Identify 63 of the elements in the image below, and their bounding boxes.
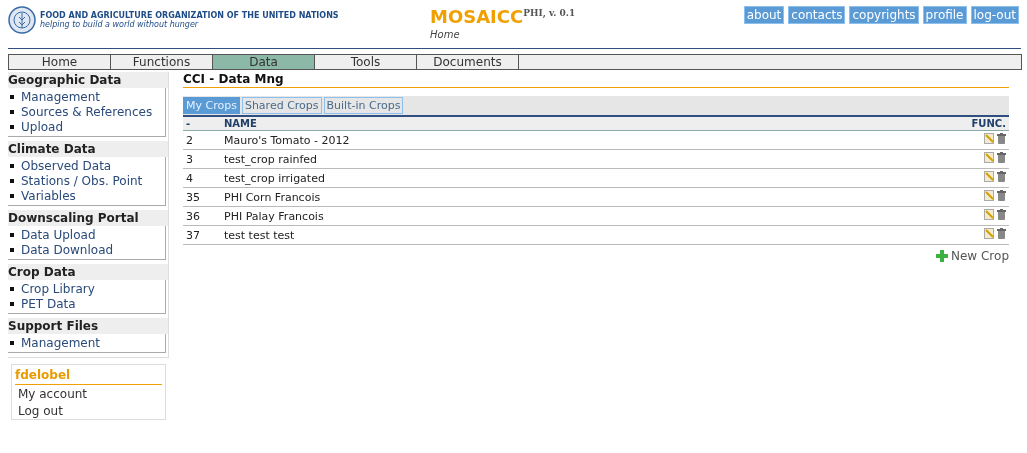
app-title: MOSAICC <box>430 6 524 27</box>
table-cell: Mauro's Tomato - 2012 <box>221 130 824 150</box>
sidebar-link[interactable]: PET Data <box>21 296 76 311</box>
table-cell: test test test <box>221 225 824 245</box>
table-cell: 36 <box>183 206 221 226</box>
section-title: Support Files <box>8 318 168 334</box>
bullet-icon <box>10 247 14 252</box>
section-title: Crop Data <box>8 264 168 280</box>
column-header: FUNC. <box>823 117 1009 131</box>
sidebar-link[interactable]: Upload <box>21 119 64 134</box>
trash-icon[interactable] <box>997 152 1006 163</box>
sidebar-link[interactable]: Management <box>21 335 101 350</box>
tab[interactable]: Shared Crops <box>241 97 322 114</box>
new-crop-link[interactable]: New Crop <box>936 249 1009 263</box>
table-cell: 3 <box>183 149 221 169</box>
table-cell: PHI Palay Francois <box>221 206 824 226</box>
table-cell: 2 <box>183 130 221 150</box>
bullet-icon <box>10 109 14 114</box>
table-cell: 37 <box>183 225 221 245</box>
nav-tab[interactable]: Data <box>213 55 315 69</box>
bullet-icon <box>10 94 14 99</box>
bullet-icon <box>10 124 14 129</box>
plus-icon <box>936 250 948 262</box>
org-name: FOOD AND AGRICULTURE ORGANIZATION OF THE UNITED NATIONS <box>40 11 339 20</box>
sidebar-link[interactable]: Variables <box>21 188 76 203</box>
user-link[interactable]: Log out <box>15 402 162 419</box>
bullet-icon <box>10 286 14 291</box>
app-version: PHI, v. 0.1 <box>523 8 576 18</box>
trash-icon[interactable] <box>997 228 1006 239</box>
bullet-icon <box>10 163 14 168</box>
org-tagline: helping to build a world without hunger <box>40 20 200 29</box>
table-cell: test_crop rainfed <box>221 149 824 169</box>
trash-icon[interactable] <box>997 190 1006 201</box>
trash-icon[interactable] <box>997 133 1006 144</box>
user-name: fdelobel <box>15 365 162 385</box>
sidebar-link[interactable]: Observed Data <box>21 158 112 173</box>
column-header: NAME <box>221 117 824 131</box>
table-cell: 4 <box>183 168 221 188</box>
logo-icon <box>8 6 36 34</box>
column-header: - <box>183 117 221 131</box>
table-cell: PHI Corn Francois <box>221 187 824 207</box>
table-cell: test_crop irrigated <box>221 168 824 188</box>
breadcrumb: Home <box>430 29 461 40</box>
bullet-icon <box>10 193 14 198</box>
sidebar-link[interactable]: Data Upload <box>21 227 96 242</box>
bullet-icon <box>10 340 14 345</box>
sidebar-link[interactable]: Management <box>21 89 101 104</box>
section-title: Climate Data <box>8 141 168 157</box>
section-title: Geographic Data <box>8 72 168 88</box>
page-title: CCI - Data Mng <box>183 72 1009 88</box>
bullet-icon <box>10 178 14 183</box>
sidebar-link[interactable]: Sources & References <box>21 104 153 119</box>
trash-icon[interactable] <box>997 209 1006 220</box>
user-link[interactable]: My account <box>15 385 162 402</box>
trash-icon[interactable] <box>997 171 1006 182</box>
sidebar-link[interactable]: Stations / Obs. Point <box>21 173 143 188</box>
bullet-icon <box>10 232 14 237</box>
tab[interactable]: Built-in Crops <box>323 97 404 114</box>
sidebar-link[interactable]: Crop Library <box>21 281 95 296</box>
table-cell: 35 <box>183 187 221 207</box>
section-title: Downscaling Portal <box>8 210 168 226</box>
bullet-icon <box>10 301 14 306</box>
sidebar-link[interactable]: Data Download <box>21 242 114 257</box>
